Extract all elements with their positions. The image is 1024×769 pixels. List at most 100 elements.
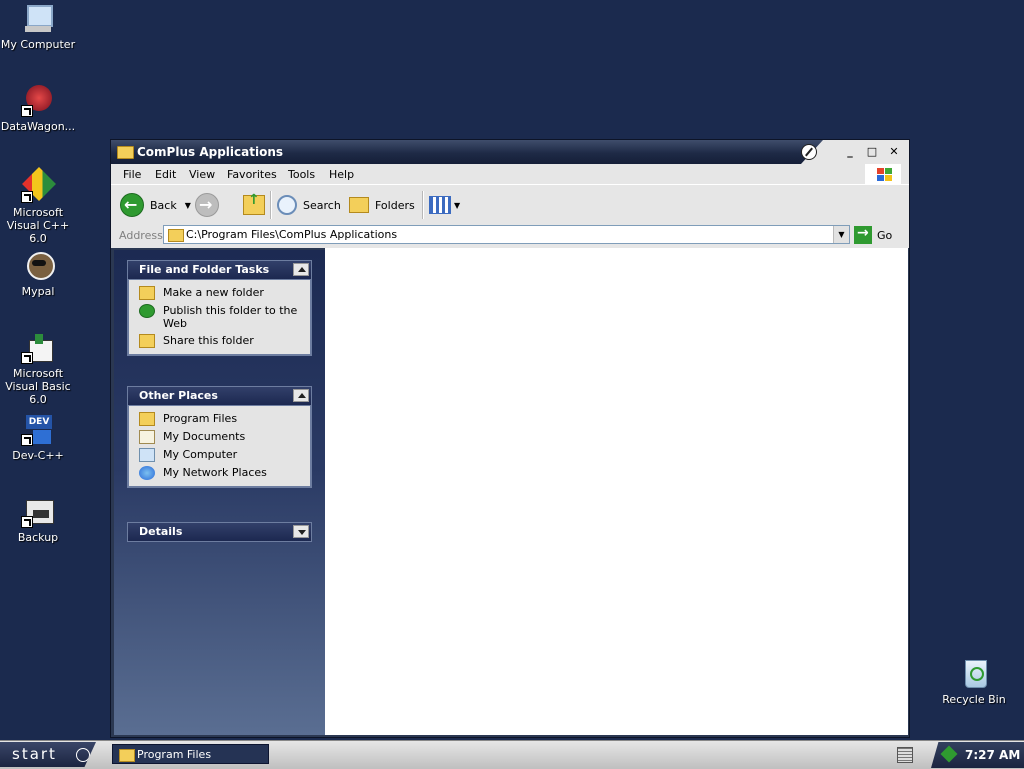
my-documents-icon: [139, 430, 155, 444]
close-button[interactable]: ✕: [887, 146, 901, 158]
folders-label: Folders: [375, 198, 415, 212]
back-dropdown-icon[interactable]: ▼: [185, 201, 191, 210]
task-label: Publish this folder to the Web: [163, 304, 298, 330]
task-publish-folder[interactable]: Publish this folder to the Web: [139, 304, 306, 330]
network-places-icon: [139, 466, 155, 480]
start-label: start: [12, 745, 57, 763]
folder-icon: [168, 229, 184, 242]
taskbar-item-program-files[interactable]: Program Files: [112, 744, 269, 764]
menu-bar: File Edit View Favorites Tools Help: [111, 164, 909, 184]
back-label: Back: [150, 198, 177, 212]
desktop-icon-recycle-bin[interactable]: Recycle Bin: [936, 658, 1012, 706]
panel-header[interactable]: File and Folder Tasks: [127, 260, 312, 280]
system-tray: 7:27 AM: [931, 742, 1024, 768]
minimize-button[interactable]: _: [843, 146, 857, 158]
explorer-window: ComPlus Applications _ □ ✕ File Edit Vie…: [110, 139, 910, 738]
start-orb-icon: [76, 748, 90, 762]
desktop-icon-label: Microsoft Visual Basic 6.0: [5, 367, 71, 406]
new-folder-icon: [139, 286, 155, 300]
task-share-folder[interactable]: Share this folder: [139, 334, 306, 348]
folder-content-area[interactable]: [325, 248, 908, 735]
search-button[interactable]: Search: [277, 193, 341, 217]
desktop-icon-label: Microsoft Visual C++ 6.0: [6, 206, 70, 245]
menu-help[interactable]: Help: [329, 168, 354, 181]
window-title: ComPlus Applications: [137, 145, 284, 159]
place-label: My Network Places: [163, 466, 267, 479]
task-label: Make a new folder: [163, 286, 264, 299]
toolbar: ← Back ▼ → ↑ Search Folders ▼: [111, 184, 909, 225]
up-folder-icon: ↑: [243, 192, 265, 215]
menu-tools[interactable]: Tools: [288, 168, 315, 181]
taskbar: start Program Files 7:27 AM: [0, 740, 1024, 769]
go-arrow-icon: [854, 225, 872, 244]
folder-icon: [119, 749, 135, 762]
panel-title: Other Places: [139, 389, 218, 402]
panel-header[interactable]: Other Places: [127, 386, 312, 406]
desktop-icon-label: Recycle Bin: [942, 693, 1006, 706]
folders-button[interactable]: Folders: [349, 193, 415, 217]
place-my-documents[interactable]: My Documents: [139, 430, 306, 444]
place-my-network-places[interactable]: My Network Places: [139, 466, 306, 480]
clock[interactable]: 7:27 AM: [965, 748, 1020, 762]
computer-icon: [21, 3, 55, 35]
go-label: Go: [877, 228, 893, 242]
desktop-icon-visual-cpp[interactable]: Microsoft Visual C++ 6.0: [0, 167, 76, 245]
search-icon: [277, 195, 297, 215]
desktop-icon-label: Mypal: [21, 285, 55, 298]
desktop-icon-label: My Computer: [0, 38, 76, 51]
menu-file[interactable]: File: [123, 168, 141, 181]
desktop-icon-mypal[interactable]: Mypal: [0, 250, 76, 298]
folder-icon: [139, 412, 155, 426]
publish-web-icon: [139, 304, 155, 318]
panel-header[interactable]: Details: [127, 522, 312, 542]
theme-orb-icon: [801, 144, 817, 160]
taskbar-item-label: Program Files: [137, 748, 212, 761]
address-dropdown-icon[interactable]: ▼: [833, 226, 849, 243]
task-label: Share this folder: [163, 334, 254, 347]
go-button[interactable]: Go: [854, 225, 892, 245]
collapse-chevron-icon[interactable]: [293, 263, 309, 276]
folder-icon: [117, 146, 134, 159]
forward-arrow-icon: →: [195, 193, 219, 217]
menu-view[interactable]: View: [189, 168, 215, 181]
panel-title: File and Folder Tasks: [139, 263, 270, 276]
desktop-icon-dev-cpp[interactable]: DEV Dev-C++: [0, 414, 76, 462]
share-folder-icon: [139, 334, 155, 348]
expand-chevron-icon[interactable]: [293, 525, 309, 538]
forward-button[interactable]: →: [195, 193, 225, 217]
desktop-icon-visual-basic[interactable]: Microsoft Visual Basic 6.0: [0, 332, 76, 406]
desktop-icon-backup[interactable]: Backup: [0, 496, 76, 544]
desktop-icon-my-computer[interactable]: My Computer: [0, 3, 76, 51]
recycle-bin-icon: [957, 658, 991, 690]
place-my-computer[interactable]: My Computer: [139, 448, 306, 462]
desktop-icon-label: Backup: [17, 531, 59, 544]
views-dropdown-icon: ▼: [454, 200, 461, 210]
visual-basic-icon: [21, 332, 55, 364]
visual-cpp-icon: [21, 167, 56, 203]
desktop-icon-datawagon[interactable]: DataWagon...: [0, 85, 76, 133]
datawagon-icon: [21, 85, 55, 117]
start-button[interactable]: start: [0, 742, 96, 767]
maximize-button[interactable]: □: [865, 146, 879, 158]
place-program-files[interactable]: Program Files: [139, 412, 306, 426]
back-button[interactable]: ← Back ▼: [120, 193, 191, 217]
task-pane: File and Folder Tasks Make a new folder …: [114, 250, 325, 735]
title-bar[interactable]: ComPlus Applications _ □ ✕: [111, 140, 909, 164]
tray-network-icon[interactable]: [940, 745, 958, 763]
dev-cpp-icon: DEV: [21, 414, 55, 446]
address-bar: Address C:\Program Files\ComPlus Applica…: [111, 224, 909, 248]
details-panel: Details: [127, 522, 312, 542]
up-folder-button[interactable]: ↑: [243, 192, 265, 217]
views-button[interactable]: ▼: [429, 193, 460, 217]
address-input[interactable]: C:\Program Files\ComPlus Applications ▼: [163, 225, 850, 244]
place-label: Program Files: [163, 412, 238, 425]
desktop-icon-label: DataWagon...: [0, 120, 76, 133]
collapse-chevron-icon[interactable]: [293, 389, 309, 402]
panel-title: Details: [139, 525, 183, 538]
keyboard-icon[interactable]: [897, 747, 913, 763]
backup-icon: [21, 496, 55, 528]
task-make-new-folder[interactable]: Make a new folder: [139, 286, 306, 300]
menu-edit[interactable]: Edit: [155, 168, 176, 181]
menu-favorites[interactable]: Favorites: [227, 168, 277, 181]
mypal-icon: [21, 250, 55, 282]
